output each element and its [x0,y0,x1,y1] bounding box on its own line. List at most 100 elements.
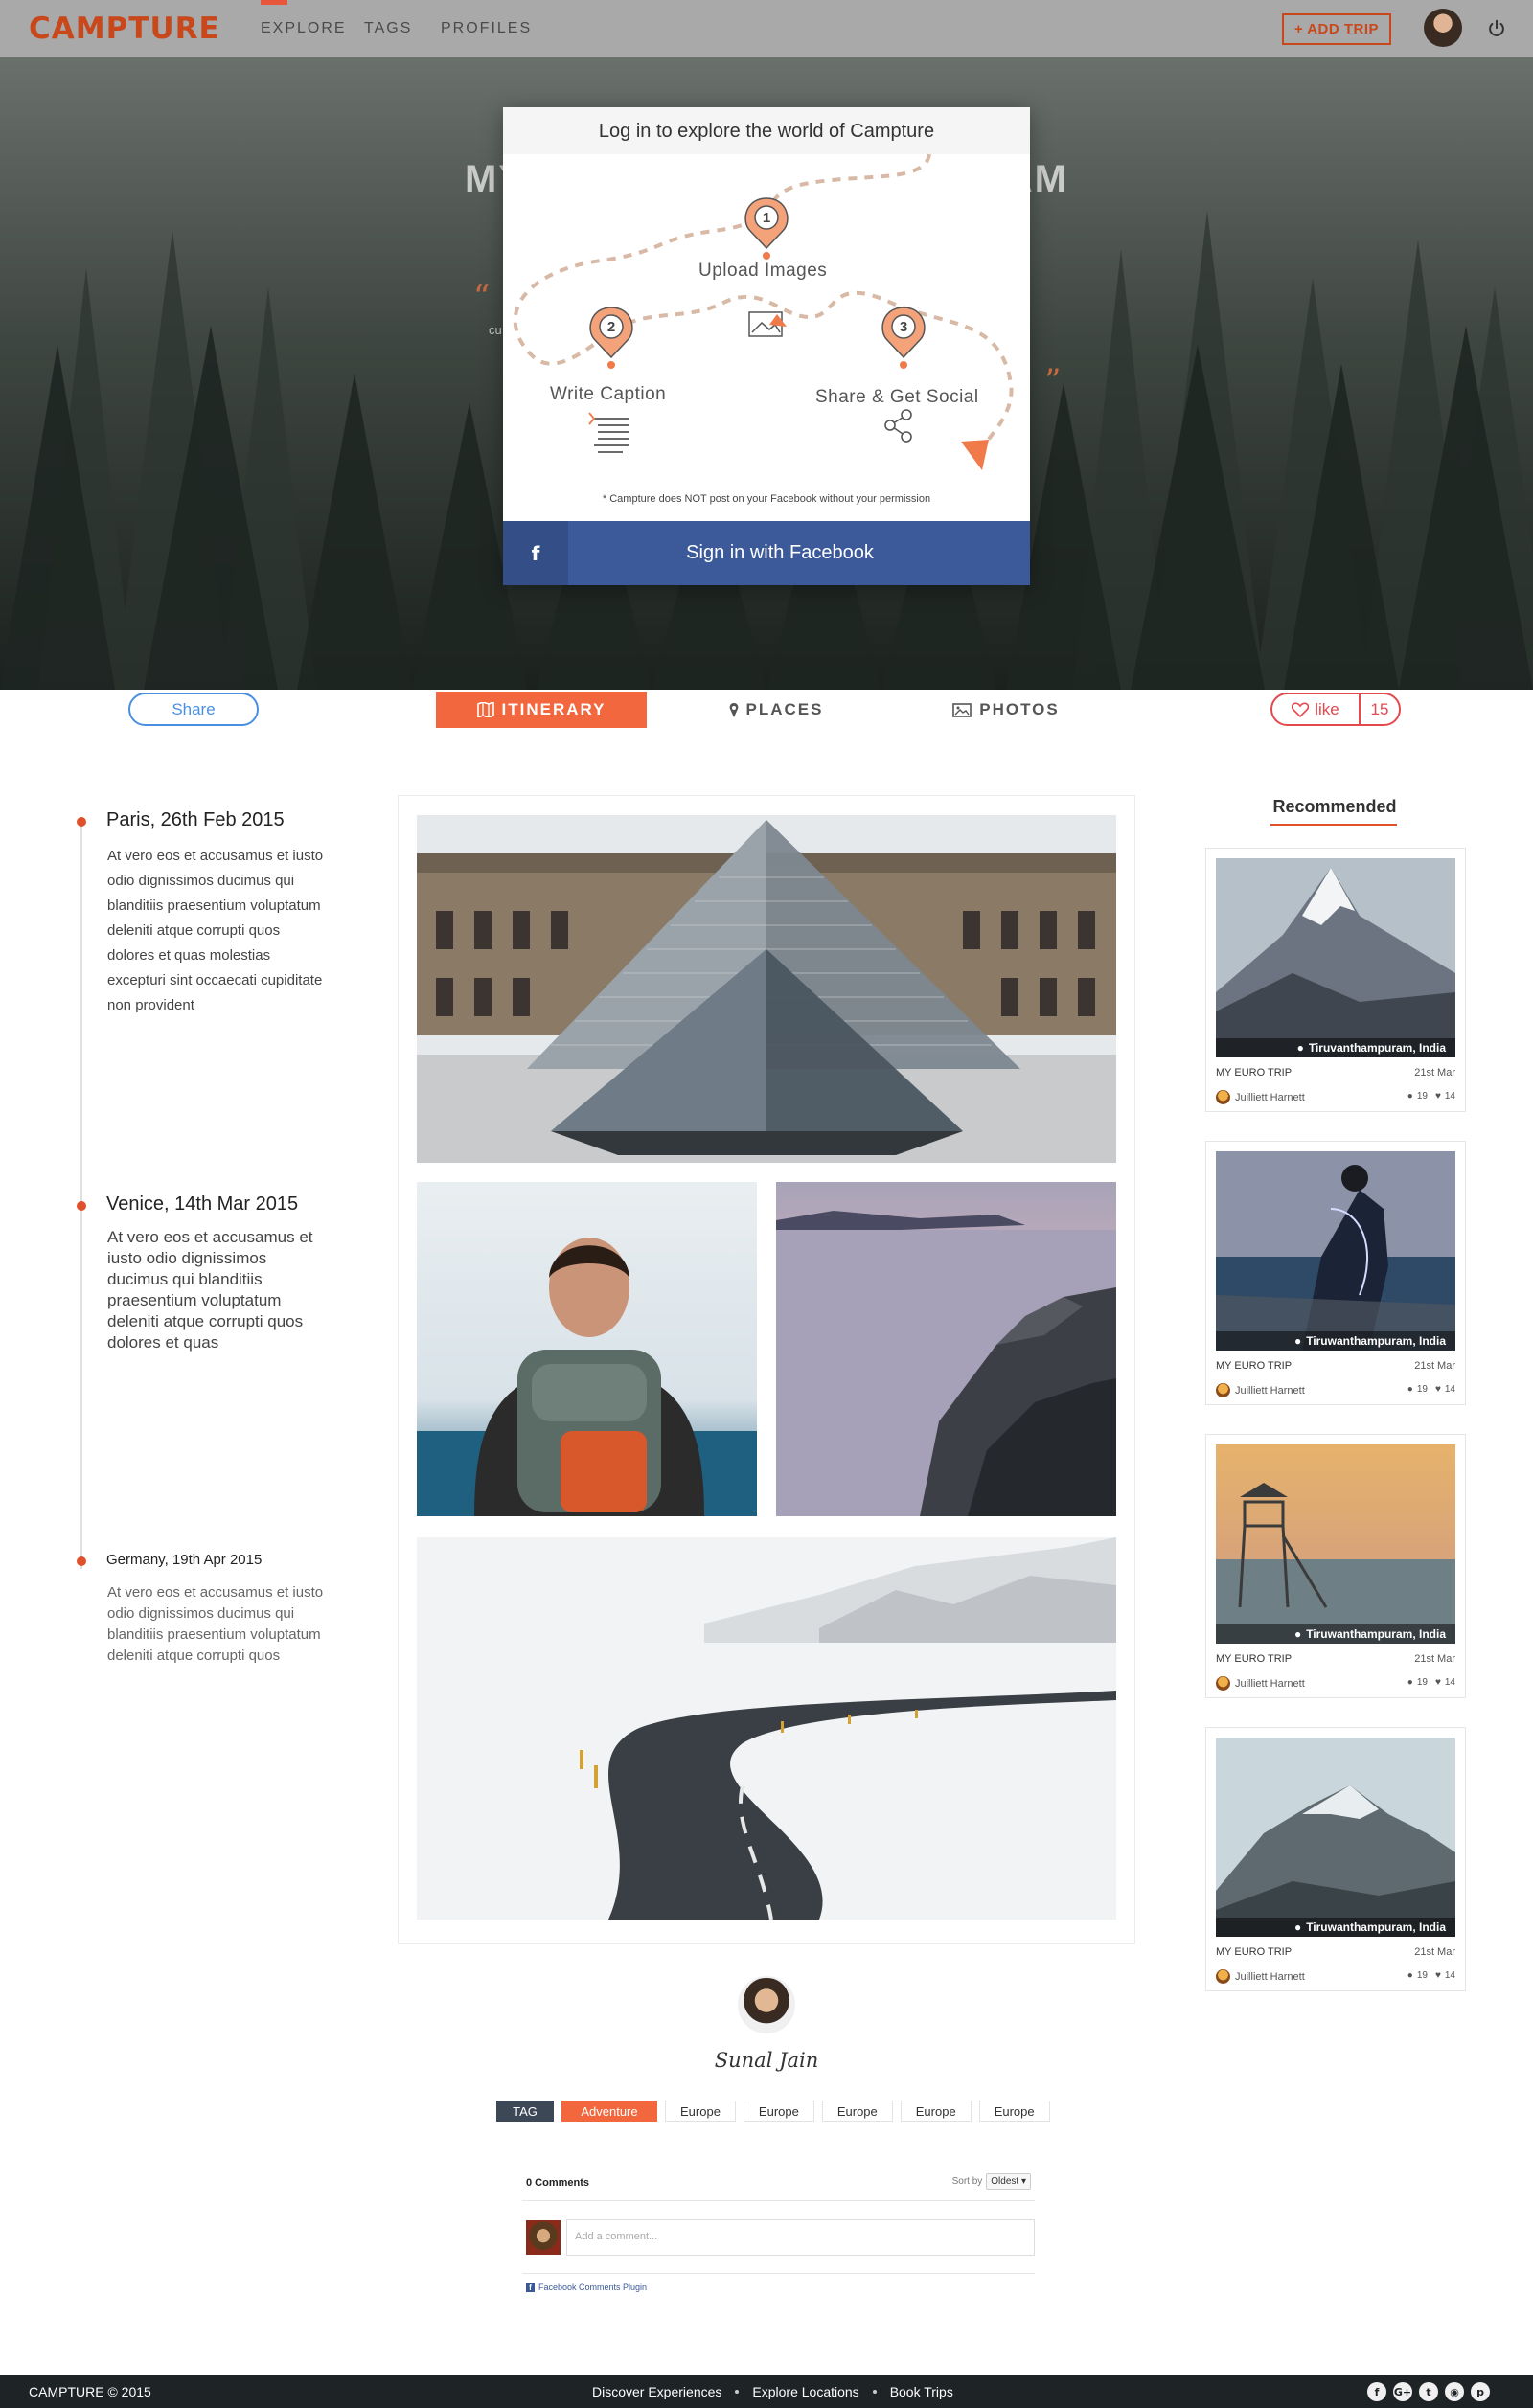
author-name[interactable]: Sunal Jain [0,2049,1533,2072]
add-trip-button[interactable]: + ADD TRIP [1282,13,1391,45]
comment-icon: ● [1407,1677,1413,1688]
timeline-line [80,822,82,1569]
footer-link-explore[interactable]: Explore Locations [752,2384,858,2399]
recommended-trip-name: MY EURO TRIP [1216,1067,1293,1079]
nav-link-tags[interactable]: TAGS [364,20,412,37]
svg-text:2: 2 [607,319,615,335]
like-count: 14 [1444,1970,1455,1981]
nav-link-profiles[interactable]: PROFILES [441,20,532,37]
heart-icon: ♥ [1434,1970,1441,1981]
trip-description-fragment: cu [489,323,502,337]
tag-chip[interactable]: Europe [900,2101,972,2122]
recommended-card[interactable]: ● Tiruwanthampuram, India MY EURO TRIP 21… [1205,1727,1466,1991]
step-2-pin: 2 [589,307,633,369]
recommended-location-text: Tiruwanthampuram, India [1306,1627,1446,1641]
comment-icon: ● [1407,1384,1413,1395]
tag-chip[interactable]: Europe [978,2101,1050,2122]
google-plus-icon[interactable]: G+ [1393,2382,1412,2401]
campture-logo[interactable]: CAMPTURE [29,11,220,46]
like-toggle[interactable]: like [1272,694,1361,724]
recommended-stats: ● 19 ♥ 14 [1407,1384,1455,1395]
footer-link-book[interactable]: Book Trips [890,2384,953,2399]
recommended-author: Juilliett Harnett [1216,1676,1305,1691]
like-button[interactable]: like 15 [1270,693,1401,726]
like-count: 14 [1444,1091,1455,1102]
recommended-location: ● Tiruvanthampuram, India [1216,1038,1455,1057]
tab-itinerary[interactable]: ITINERARY [436,692,647,728]
sign-in-facebook-label: Sign in with Facebook [686,542,874,563]
timeline-dot [77,817,86,827]
timeline-entry-title: Germany, 19th Apr 2015 [106,1552,263,1568]
map-icon [476,702,494,717]
comment-count: 19 [1416,1677,1428,1688]
tag-chip[interactable]: Europe [665,2101,736,2122]
recommended-author: Juilliett Harnett [1216,1090,1305,1104]
gallery-photo-lake[interactable] [776,1182,1116,1516]
instagram-icon[interactable]: ◉ [1445,2382,1464,2401]
footer-link-discover[interactable]: Discover Experiences [592,2384,721,2399]
facebook-comments-plugin-link[interactable]: f Facebook Comments Plugin [526,2283,647,2292]
tab-places[interactable]: PLACES [709,692,843,728]
recommended-trip-name: MY EURO TRIP [1216,1653,1293,1665]
share-icon [884,409,912,443]
recommended-card[interactable]: ● Tiruwanthampuram, India MY EURO TRIP 21… [1205,1141,1466,1405]
sort-control: Sort by Oldest ▾ [952,2173,1031,2190]
gallery-photo-louvre[interactable] [417,815,1116,1163]
comment-input[interactable]: Add a comment... [566,2219,1035,2256]
comment-count: 19 [1416,1384,1428,1395]
timeline-dot [77,1556,86,1566]
sort-select-value: Oldest [991,2176,1019,2187]
recommended-underline [1270,824,1397,826]
facebook-icon[interactable]: f [1367,2382,1386,2401]
close-quote-mark: ” [1044,362,1062,400]
recommended-card[interactable]: ● Tiruvanthampuram, India MY EURO TRIP 21… [1205,848,1466,1112]
author-name: Juilliett Harnett [1235,1091,1305,1103]
gallery-photo-hiker[interactable] [417,1182,757,1516]
tag-chip[interactable]: Adventure [561,2101,657,2122]
user-avatar[interactable] [1424,9,1462,47]
permission-note: * Campture does NOT post on your Faceboo… [602,493,931,505]
tab-places-label: PLACES [745,700,824,718]
svg-text:1: 1 [763,210,770,226]
like-label: like [1315,699,1339,718]
timeline-entry-text: At vero eos et accusamus et iusto odio d… [107,1228,313,1352]
nav-link-explore[interactable]: EXPLORE [261,20,347,37]
recommended-card[interactable]: ● Tiruwanthampuram, India MY EURO TRIP 21… [1205,1434,1466,1698]
tag-chip[interactable]: Europe [821,2101,893,2122]
power-icon[interactable] [1486,18,1507,39]
share-button[interactable]: Share [128,693,259,726]
login-modal: Log in to explore the world of Campture … [503,107,1030,585]
sign-in-facebook-button[interactable]: f Sign in with Facebook [503,521,1030,585]
author-avatar[interactable] [738,1976,795,2033]
like-count: 14 [1444,1677,1455,1688]
twitter-icon[interactable]: t [1419,2382,1438,2401]
step-1-label: Upload Images [698,261,828,281]
author-avatar [1216,1383,1230,1397]
timeline-entry-title: Venice, 14th Mar 2015 [106,1193,299,1215]
onboarding-diagram: 1 2 3 [513,154,1014,470]
tab-photos[interactable]: PHOTOS [929,692,1083,728]
sort-select[interactable]: Oldest ▾ [986,2173,1031,2190]
heart-icon [1292,701,1310,717]
photo-icon [952,702,972,717]
footer-links: Discover Experiences Explore Locations B… [592,2384,953,2399]
footer-separator [872,2390,877,2394]
top-navbar: CAMPTURE EXPLORE TAGS PROFILES + ADD TRI… [0,0,1533,57]
recommended-location: ● Tiruwanthampuram, India [1216,1624,1455,1644]
tag-chip[interactable]: Europe [743,2101,814,2122]
pinterest-icon[interactable]: p [1471,2382,1490,2401]
recommended-trip-name: MY EURO TRIP [1216,1360,1293,1372]
location-pin-icon: ● [1293,1627,1302,1641]
step-2-label: Write Caption [550,384,667,404]
recommended-location-text: Tiruwanthampuram, India [1306,1920,1446,1934]
pin-icon [729,702,738,717]
divider [522,2273,1035,2274]
footer: CAMPTURE © 2015 Discover Experiences Exp… [0,2375,1533,2408]
location-pin-icon: ● [1293,1920,1302,1934]
gallery-photo-road[interactable] [417,1537,1116,1920]
tab-photos-label: PHOTOS [979,700,1060,718]
timeline-entry-title: Paris, 26th Feb 2015 [106,809,285,830]
plugin-label: Facebook Comments Plugin [538,2283,648,2292]
location-pin-icon: ● [1293,1334,1302,1348]
tag-list: TAG Adventure Europe Europe Europe Europ… [496,2101,1050,2122]
